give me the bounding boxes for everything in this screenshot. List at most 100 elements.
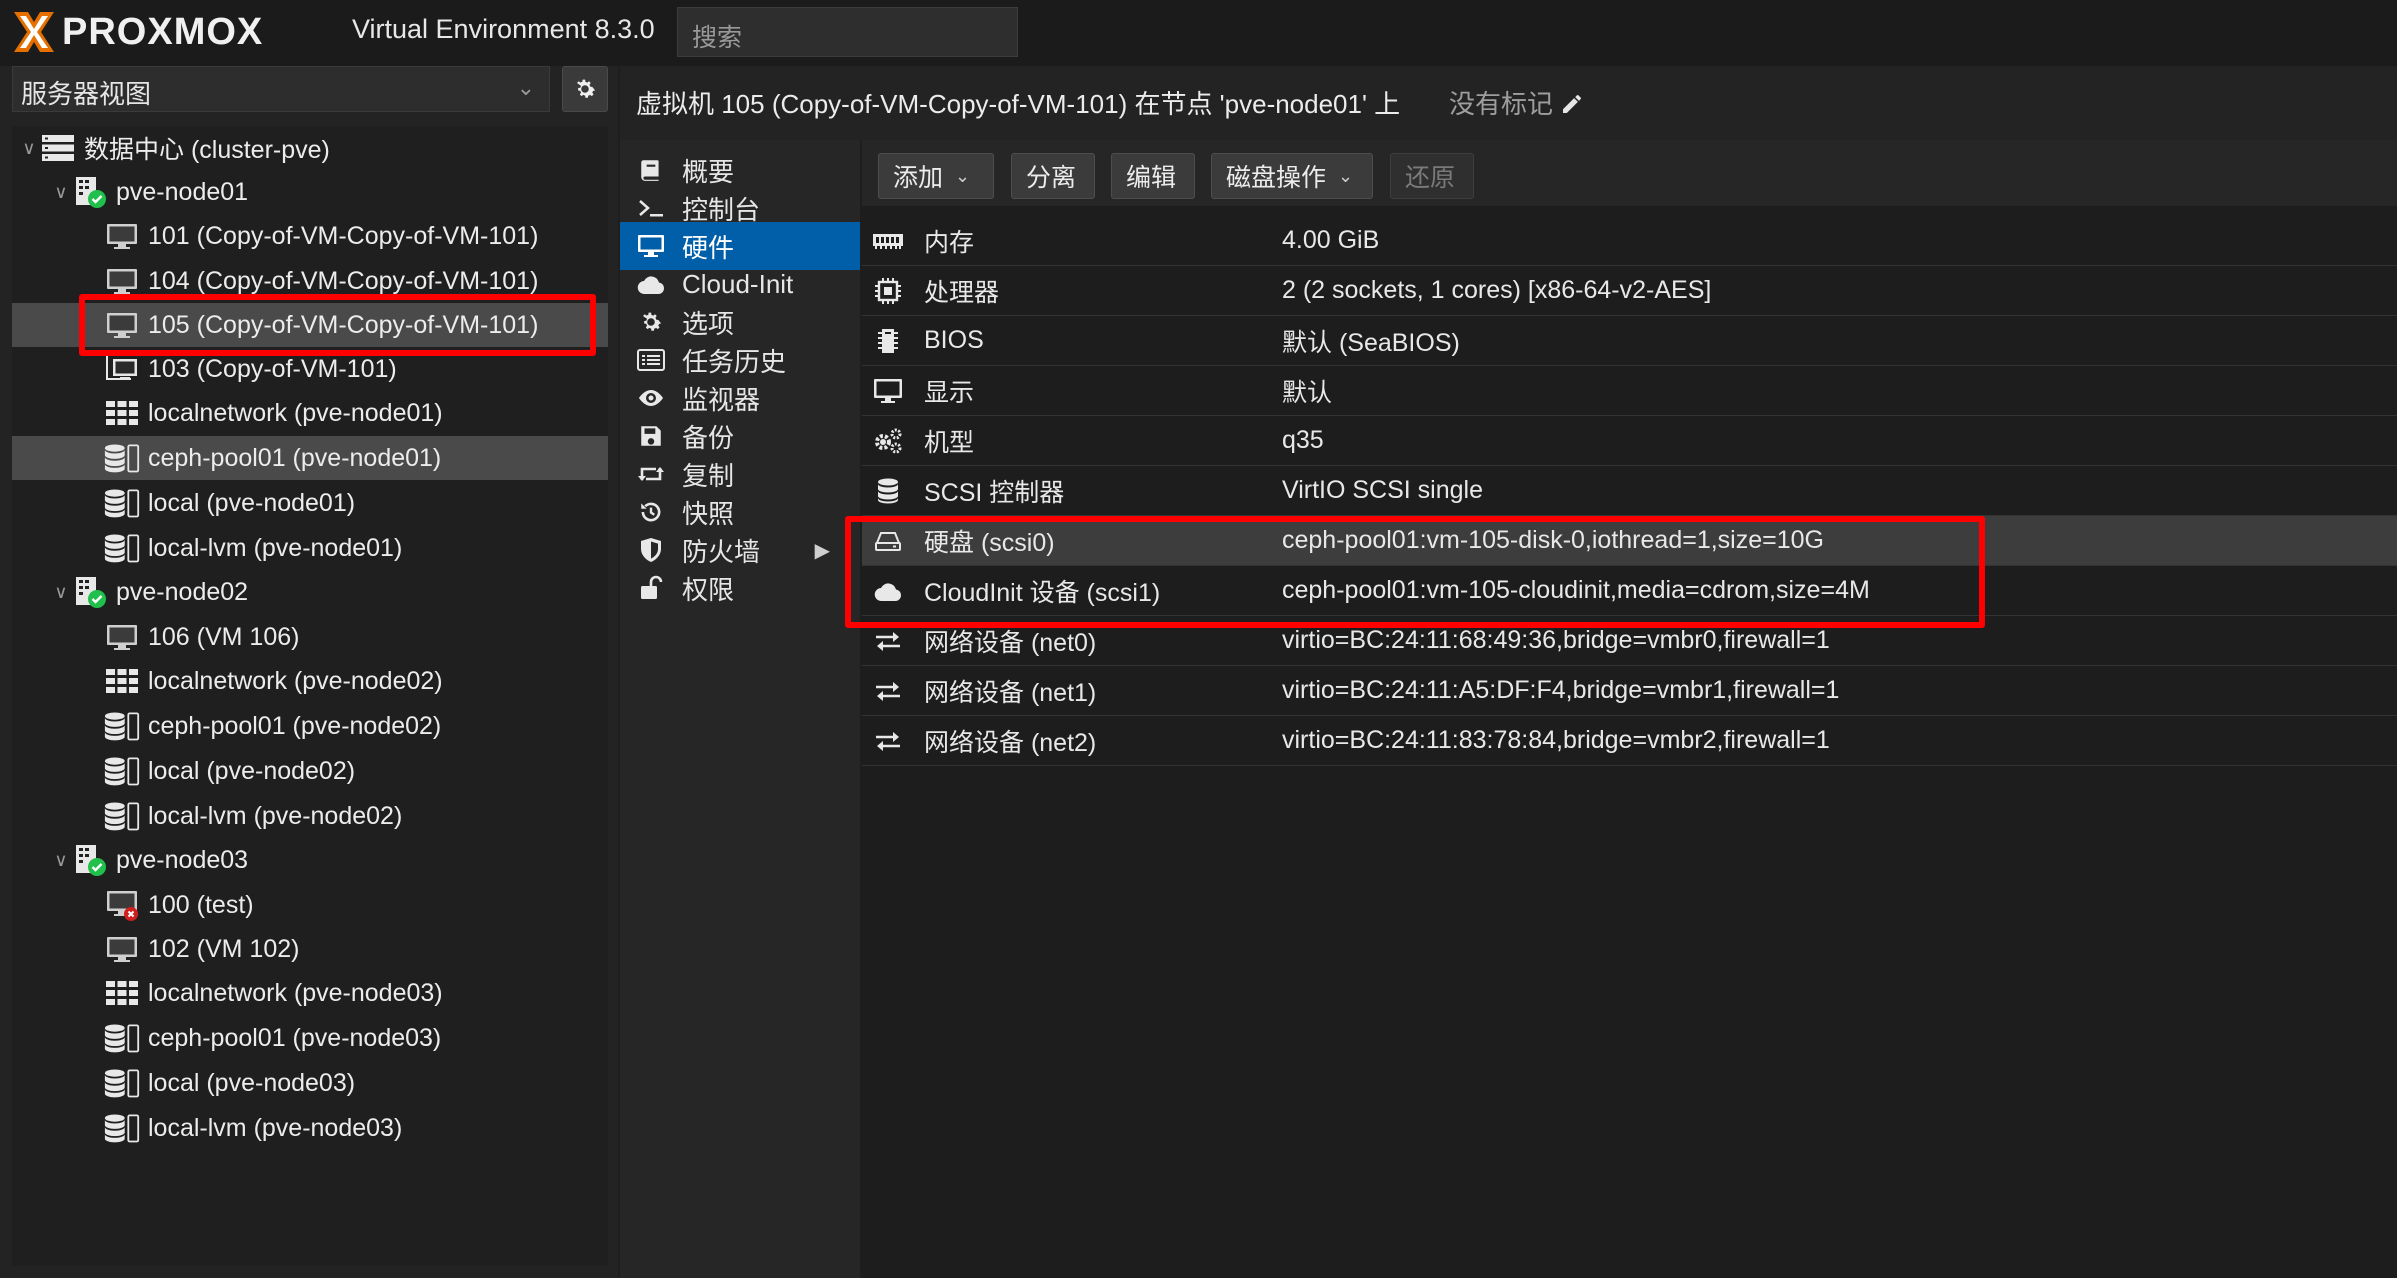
revert-button[interactable]: 还原 [1390,153,1474,199]
hardware-name: BIOS [924,326,984,354]
add-button[interactable]: 添加 ⌄ [878,153,994,199]
datacenter-icon [40,131,76,165]
tree-item-label: 103 (Copy-of-VM-101) [148,354,397,383]
tree-item[interactable]: local-lvm (pve-node01) [12,526,608,570]
exchange-icon [864,729,912,753]
nav-item-label: 概要 [682,156,735,187]
hardware-row[interactable]: 网络设备 (net0) virtio=BC:24:11:68:49:36,brid… [862,616,2397,666]
page-title: 虚拟机 105 (Copy-of-VM-Copy-of-VM-101) 在节点 … [636,89,1401,119]
expand-toggle-icon[interactable]: ∨ [50,582,72,603]
add-button-label: 添加 [893,164,944,192]
hardware-row[interactable]: SCSI 控制器 VirtIO SCSI single [862,466,2397,516]
hardware-name: 网络设备 (net0) [924,628,1097,657]
search-input[interactable]: 搜索 [677,7,1018,57]
tree-item-label: localnetwork (pve-node02) [148,666,443,695]
storage-icon [104,441,140,475]
tree-item[interactable]: local (pve-node03) [12,1061,608,1105]
tree-item[interactable]: ∨ pve-node03 [12,838,608,882]
tree-item-label: local-lvm (pve-node03) [148,1113,403,1142]
eye-icon [636,387,666,409]
tree-item-label: localnetwork (pve-node01) [148,398,443,427]
app-version: Virtual Environment 8.3.0 [352,14,655,44]
brand-text: PROXMOX [62,10,264,53]
list-icon [636,348,666,372]
tree-item[interactable]: local-lvm (pve-node03) [12,1106,608,1150]
memory-icon [864,231,912,251]
tree-item[interactable]: 103 (Copy-of-VM-101) [12,347,608,391]
expand-toggle-icon[interactable]: ∨ [50,182,72,203]
hardware-value: 默认 (SeaBIOS) [1282,328,1460,357]
tree-item-label: localnetwork (pve-node03) [148,978,443,1007]
monitor-icon [636,233,666,259]
hardware-row[interactable]: CloudInit 设备 (scsi1) ceph-pool01:vm-105-c… [862,566,2397,616]
tags-editor[interactable]: 没有标记 [1449,84,1584,121]
hardware-row[interactable]: 硬盘 (scsi0) ceph-pool01:vm-105-disk-0,ioth… [862,516,2397,566]
proxmox-logo[interactable]: PROXMOX [10,4,263,60]
pencil-icon[interactable] [1560,92,1584,116]
tree-item[interactable]: 100 (test) [12,883,608,927]
tree-item[interactable]: localnetwork (pve-node02) [12,659,608,703]
tree-item[interactable]: ∨ pve-node02 [12,570,608,614]
floppy-icon [636,423,666,449]
tree-item[interactable]: ceph-pool01 (pve-node03) [12,1016,608,1060]
tree-settings-button[interactable] [562,66,608,112]
expand-arrow-icon[interactable]: ▶ [815,538,830,563]
tree-item-label: 106 (VM 106) [148,622,300,651]
hardware-row[interactable]: 机型 q35 [862,416,2397,466]
tree-item[interactable]: local (pve-node01) [12,481,608,525]
tree-item[interactable]: ceph-pool01 (pve-node01) [12,436,608,480]
storage-icon [104,531,140,565]
proxmox-x-icon [14,12,54,52]
tree-item[interactable]: ∨ pve-node01 [12,170,608,214]
tree-item[interactable]: 105 (Copy-of-VM-Copy-of-VM-101) [12,303,608,347]
nav-item[interactable]: 权限 [620,564,860,612]
nav-item-label: 快照 [682,498,735,529]
hardware-row[interactable]: 网络设备 (net1) virtio=BC:24:11:A5:DF:F4,brid… [862,666,2397,716]
nav-item-label: 选项 [682,308,735,339]
hardware-name: 硬盘 (scsi0) [924,528,1055,557]
hardware-row[interactable]: 网络设备 (net2) virtio=BC:24:11:83:78:84,brid… [862,716,2397,766]
tree-item-label: local (pve-node03) [148,1068,356,1097]
tree-item[interactable]: local-lvm (pve-node02) [12,794,608,838]
hardware-row[interactable]: 处理器 2 (2 sockets, 1 cores) [x86-64-v2-AES… [862,266,2397,316]
detach-button[interactable]: 分离 [1011,153,1095,199]
tree-item[interactable]: ceph-pool01 (pve-node02) [12,704,608,748]
tree-item-label: ceph-pool01 (pve-node01) [148,443,442,472]
tree-item[interactable]: 104 (Copy-of-VM-Copy-of-VM-101) [12,259,608,303]
storage-icon [104,1111,140,1145]
bios-icon [864,327,912,355]
hardware-name: 内存 [924,228,975,257]
tree-item[interactable]: 102 (VM 102) [12,927,608,971]
tree-item[interactable]: 101 (Copy-of-VM-Copy-of-VM-101) [12,214,608,258]
tree-item[interactable]: localnetwork (pve-node03) [12,971,608,1015]
tags-label: 没有标记 [1449,89,1554,119]
display-icon [864,377,912,405]
gear-icon [636,309,666,335]
cloud-icon [864,580,912,602]
history-icon [636,499,666,525]
edit-button[interactable]: 编辑 [1111,153,1195,199]
storage-icon [104,1066,140,1100]
tree-item[interactable]: 106 (VM 106) [12,615,608,659]
hardware-row[interactable]: BIOS 默认 (SeaBIOS) [862,316,2397,366]
nav-item-label: 防火墙 [682,536,761,567]
tree-item[interactable]: localnetwork (pve-node01) [12,391,608,435]
network-icon [104,976,140,1010]
tree-item-label: 105 (Copy-of-VM-Copy-of-VM-101) [148,310,539,339]
detach-button-label: 分离 [1026,164,1077,192]
view-selector[interactable]: 服务器视图 ⌄ [12,66,550,112]
storage-icon [104,799,140,833]
hardware-name: CloudInit 设备 (scsi1) [924,578,1161,607]
expand-toggle-icon[interactable]: ∨ [18,138,40,159]
vm-icon [104,308,140,342]
expand-toggle-icon[interactable]: ∨ [50,850,72,871]
disk-action-button[interactable]: 磁盘操作 ⌄ [1211,153,1373,199]
storage-icon [104,709,140,743]
cloud-icon [636,273,666,295]
tree-item[interactable]: ∨ 数据中心 (cluster-pve) [12,126,608,170]
storage-icon [104,486,140,520]
hardware-row[interactable]: 显示 默认 [862,366,2397,416]
view-selector-value: 服务器视图 [21,79,152,109]
tree-item[interactable]: local (pve-node02) [12,749,608,793]
hardware-row[interactable]: 内存 4.00 GiB [862,216,2397,266]
